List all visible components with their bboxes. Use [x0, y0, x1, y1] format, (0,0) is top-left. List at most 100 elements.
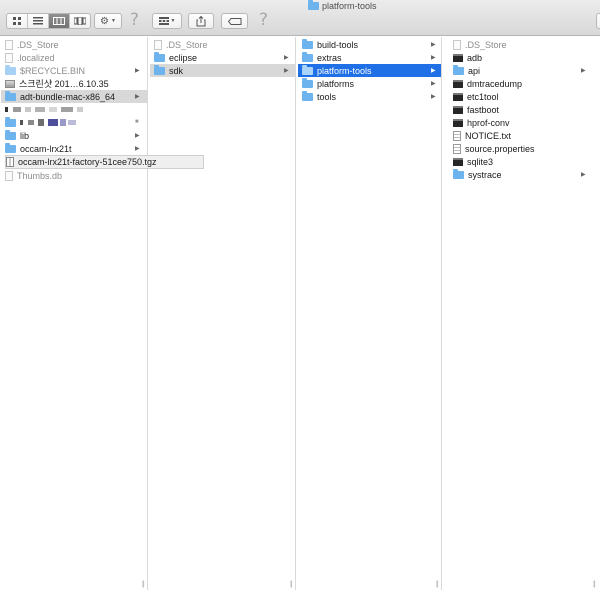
column-resize-handle[interactable]: ||: [290, 581, 292, 588]
file-name: source.properties: [465, 143, 535, 154]
icon-view-button[interactable]: [7, 14, 28, 28]
file-name: dmtracedump: [467, 78, 523, 89]
list-view-button[interactable]: [28, 14, 49, 28]
list-item[interactable]: .DS_Store: [453, 38, 507, 51]
chevron-right-icon: ▶: [431, 42, 436, 48]
list-item[interactable]: etc1tool: [453, 90, 499, 103]
list-item[interactable]: hprof-conv: [453, 116, 510, 129]
list-item-selected[interactable]: platform-tools ▶: [298, 64, 441, 77]
list-item[interactable]: extras ▶: [302, 51, 438, 64]
share-icon: [196, 15, 206, 26]
list-item[interactable]: fastboot: [453, 103, 499, 116]
help-icon[interactable]: ?: [130, 10, 139, 30]
file-name: 스크린샷 201…6.10.35: [19, 79, 109, 89]
file-name: platform-tools: [317, 65, 372, 76]
chevron-down-icon: ▼: [170, 18, 176, 24]
file-name: systrace: [468, 169, 502, 180]
chevron-right-icon: ▶: [135, 68, 140, 74]
cover-flow-view-button[interactable]: [70, 14, 90, 28]
executable-icon: [453, 157, 463, 166]
file-name: adb: [467, 52, 483, 63]
list-item[interactable]: platforms ▶: [302, 77, 438, 90]
folder-icon: [308, 0, 319, 10]
view-mode-control: [6, 13, 91, 29]
chevron-right-icon: ▶: [135, 133, 140, 139]
archive-icon: [6, 157, 14, 167]
document-icon: [453, 39, 461, 50]
file-name: .localized: [17, 52, 55, 63]
document-icon: [5, 52, 13, 63]
list-item[interactable]: systrace ▶: [453, 168, 588, 181]
column-resize-handle[interactable]: ||: [436, 581, 438, 588]
folder-icon: [302, 51, 313, 62]
list-item[interactable]: .DS_Store: [154, 38, 208, 51]
list-view-icon: [33, 17, 43, 25]
file-name: NOTICE.txt: [465, 130, 512, 141]
executable-icon: [453, 79, 463, 88]
list-item[interactable]: lib ▶: [5, 129, 143, 142]
folder-icon: [453, 64, 464, 75]
list-item[interactable]: source.properties: [453, 142, 535, 155]
arrange-grid-icon: [158, 17, 169, 25]
list-item[interactable]: dmtracedump: [453, 77, 522, 90]
list-item-selected[interactable]: sdk ▶: [150, 64, 295, 77]
column-3: build-tools ▶ extras ▶ platform-tools ▶ …: [297, 37, 442, 590]
list-item[interactable]: occam-lrx21t ▶: [5, 142, 143, 155]
list-item-tooltip[interactable]: occam-lrx21t-factory-51cee750.tgz: [5, 155, 204, 169]
column-resize-handle[interactable]: ||: [142, 581, 144, 588]
document-icon: [154, 39, 162, 50]
folder-icon: [5, 90, 16, 101]
gear-icon: ⚙: [100, 15, 109, 27]
folder-icon: [154, 64, 165, 75]
cover-flow-icon: [74, 17, 86, 25]
list-item[interactable]: .localized: [5, 51, 55, 64]
folder-icon: [5, 129, 16, 140]
share-button[interactable]: [188, 13, 214, 29]
list-item[interactable]: .DS_Store: [5, 38, 59, 51]
list-item[interactable]: eclipse ▶: [154, 51, 292, 64]
file-name: api: [468, 65, 481, 76]
file-name: build-tools: [317, 39, 359, 50]
folder-icon: [5, 116, 16, 127]
file-name: sqlite3: [467, 156, 494, 167]
list-item-selected[interactable]: adt-bundle-mac-x86_64 ▶: [1, 90, 147, 103]
tag-button[interactable]: [221, 13, 248, 29]
list-item-obscured[interactable]: [5, 103, 143, 116]
text-file-icon: [453, 143, 461, 154]
pixelated-icon: [5, 103, 135, 116]
list-item-obscured[interactable]: ■: [5, 116, 143, 129]
action-menu-button[interactable]: ⚙ ▼: [94, 13, 122, 29]
icon-view-icon: [12, 17, 21, 25]
chevron-right-icon: ■: [135, 119, 139, 125]
window-title: platform-tools: [308, 0, 377, 11]
column-resize-handle[interactable]: ||: [593, 581, 595, 588]
chevron-right-icon: ▶: [581, 68, 586, 74]
file-name: occam-lrx21t-factory-51cee750.tgz: [18, 157, 157, 167]
executable-icon: [453, 118, 463, 127]
file-name: .DS_Store: [166, 39, 208, 50]
tag-icon: [227, 17, 241, 25]
file-name: occam-lrx21t: [20, 143, 72, 154]
folder-icon: [154, 51, 165, 62]
folder-icon: [302, 77, 313, 88]
chevron-right-icon: ▶: [284, 68, 289, 74]
list-item[interactable]: Thumbs.db: [5, 169, 62, 182]
document-icon: [5, 170, 13, 181]
list-item[interactable]: NOTICE.txt: [453, 129, 511, 142]
file-name: Thumbs.db: [17, 170, 63, 181]
file-name: etc1tool: [467, 91, 499, 102]
list-item[interactable]: build-tools ▶: [302, 38, 438, 51]
arrange-menu-button[interactable]: ▼: [152, 13, 182, 29]
list-item[interactable]: 스크린샷 201…6.10.35: [5, 77, 109, 90]
file-name: .DS_Store: [465, 39, 507, 50]
list-item[interactable]: $RECYCLE.BIN ▶: [5, 64, 143, 77]
list-item[interactable]: api ▶: [453, 64, 588, 77]
executable-icon: [453, 105, 463, 114]
list-item[interactable]: sqlite3: [453, 155, 493, 168]
column-view-button[interactable]: [49, 14, 70, 28]
chevron-right-icon: ▶: [431, 94, 436, 100]
list-item[interactable]: adb: [453, 51, 482, 64]
list-item[interactable]: tools ▶: [302, 90, 438, 103]
help-icon-2[interactable]: ?: [259, 10, 268, 30]
search-field-edge[interactable]: [596, 13, 600, 29]
